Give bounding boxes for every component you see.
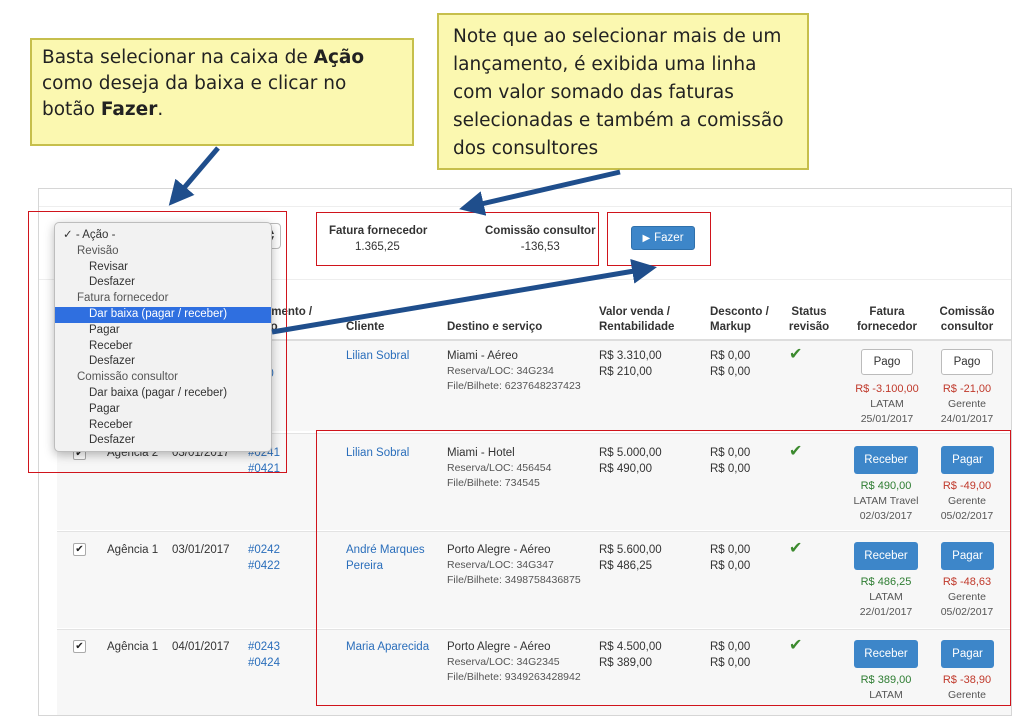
callout-bold-fazer: Fazer bbox=[100, 99, 158, 120]
row-checkbox[interactable]: ✔ bbox=[73, 543, 86, 556]
value-cell: R$ 3.310,00 R$ 210,00 bbox=[599, 348, 662, 380]
profit-value: R$ 210,00 bbox=[599, 366, 653, 378]
agency-cell: Agência 1 bbox=[107, 641, 159, 653]
booking-link[interactable]: #0422 bbox=[248, 558, 280, 574]
header-text: Fatura bbox=[869, 306, 905, 318]
col-header-destino: Destino e serviço bbox=[447, 320, 542, 335]
header-text: Comissão bbox=[939, 306, 995, 318]
markup-value: R$ 0,00 bbox=[710, 366, 751, 378]
fatura-status-button[interactable]: Pago bbox=[861, 349, 913, 375]
col-header-comissao: Comissão consultor bbox=[932, 305, 1002, 335]
check-icon: ✔ bbox=[789, 346, 803, 363]
sale-value: R$ 3.310,00 bbox=[599, 350, 662, 362]
header-text: Markup bbox=[710, 321, 751, 333]
header-text: Destino e serviço bbox=[447, 321, 543, 333]
fatura-date: 25/01/2017 bbox=[860, 413, 914, 425]
service-ticket: File/Bilhete: 6237648237423 bbox=[447, 380, 581, 392]
col-header-desconto: Desconto / Markup bbox=[710, 305, 769, 335]
booking-link[interactable]: #0242 bbox=[248, 542, 280, 558]
booking-link[interactable]: #0243 bbox=[248, 639, 280, 655]
fatura-supplier: LATAM bbox=[870, 398, 904, 410]
discount-cell: R$ 0,00 R$ 0,00 bbox=[710, 348, 750, 380]
fatura-amount: R$ -3.100,00 bbox=[855, 383, 919, 395]
header-text: Desconto / bbox=[710, 306, 769, 318]
row-number-link[interactable]: #0243 #0424 bbox=[248, 639, 280, 671]
header-text: fornecedor bbox=[856, 321, 918, 333]
highlight-frame-rows bbox=[316, 430, 1011, 706]
comissao-consultant: Gerente bbox=[948, 398, 986, 410]
row-checkbox[interactable]: ✔ bbox=[73, 640, 86, 653]
header-text: Status bbox=[791, 306, 827, 318]
callout-action-help: Basta selecionar na caixa de Ação como d… bbox=[30, 38, 414, 146]
callout-text: como deseja da baixa e clicar no botão bbox=[42, 73, 347, 120]
client-link[interactable]: Lilian Sobral bbox=[346, 348, 409, 364]
fatura-amount-block: R$ -3.100,00 LATAM 25/01/2017 bbox=[847, 382, 927, 427]
callout-text: . bbox=[157, 99, 164, 120]
col-header-fatura: Fatura fornecedor bbox=[847, 305, 927, 335]
callout-text: Note que ao selecionar mais de um lançam… bbox=[453, 26, 784, 159]
highlight-frame-totals bbox=[316, 212, 599, 266]
header-text: consultor bbox=[940, 321, 994, 333]
col-header-status: Status revisão bbox=[787, 305, 831, 335]
agency-cell: Agência 1 bbox=[107, 544, 159, 556]
discount-value: R$ 0,00 bbox=[710, 350, 751, 362]
comissao-status-button[interactable]: Pago bbox=[941, 349, 993, 375]
comissao-amount: R$ -21,00 bbox=[942, 383, 992, 395]
comissao-amount-block: R$ -21,00 Gerente 24/01/2017 bbox=[927, 382, 1007, 427]
comissao-date: 24/01/2017 bbox=[940, 413, 994, 425]
header-text: Valor venda / bbox=[599, 306, 670, 318]
service-loc: Reserva/LOC: 34G234 bbox=[447, 365, 554, 377]
header-text: Cliente bbox=[346, 321, 385, 333]
service-name: Miami - Aéreo bbox=[447, 350, 518, 362]
booking-link[interactable]: #0424 bbox=[248, 655, 280, 671]
col-header-valor: Valor venda / Rentabilidade bbox=[599, 305, 674, 335]
col-header-cliente: Cliente bbox=[346, 320, 384, 335]
highlight-frame-fazer bbox=[607, 212, 711, 266]
header-text: revisão bbox=[788, 321, 830, 333]
service-cell: Miami - Aéreo Reserva/LOC: 34G234 File/B… bbox=[447, 348, 581, 394]
header-text: Rentabilidade bbox=[599, 321, 675, 333]
panel-top-bar bbox=[39, 189, 1011, 207]
highlight-frame-action bbox=[28, 211, 287, 473]
callout-sum-help: Note que ao selecionar mais de um lançam… bbox=[437, 13, 809, 170]
row-number-link[interactable]: #0242 #0422 bbox=[248, 542, 280, 574]
date-cell: 04/01/2017 bbox=[172, 641, 230, 653]
callout-bold-acao: Ação bbox=[313, 47, 365, 68]
date-cell: 03/01/2017 bbox=[172, 544, 230, 556]
callout-text: Basta selecionar na caixa de bbox=[42, 47, 314, 68]
